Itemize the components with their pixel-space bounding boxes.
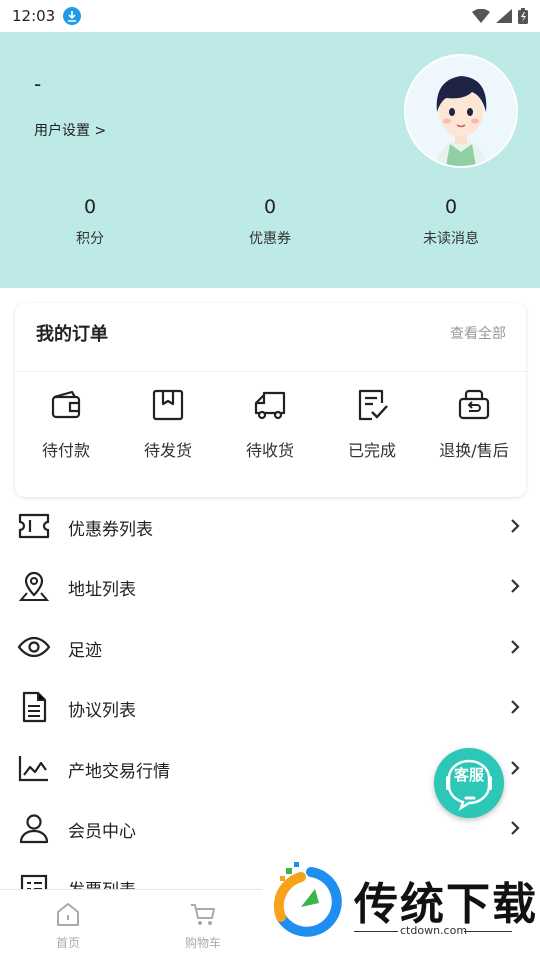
location-pin-icon [18,571,50,601]
stat-unread-messages[interactable]: 0 未读消息 [396,196,506,248]
orders-divider [15,371,526,372]
wifi-icon [472,9,490,23]
truck-icon [254,391,286,420]
menu-address-list-label: 地址列表 [68,580,136,600]
status-time: 12:03 [12,7,56,25]
order-returns-aftersale[interactable]: 退换/售后 [423,387,525,461]
menu-item-footprint[interactable]: 足迹 [0,618,540,678]
chevron-right-icon [511,700,520,714]
orders-view-all-link[interactable]: 查看全部 [450,323,506,343]
stat-points[interactable]: 0 积分 [35,196,145,248]
order-completed-label: 已完成 [347,441,396,460]
menu-item-address-list[interactable]: 地址列表 [0,557,540,617]
battery-icon [518,8,528,24]
order-pending-receipt[interactable]: 待收货 [219,387,321,461]
chevron-right-icon [511,640,520,654]
order-returns-label: 退换/售后 [439,441,509,460]
order-completed[interactable]: 已完成 [321,387,423,461]
stat-coupons[interactable]: 0 优惠券 [215,196,325,248]
customer-service-label: 客服 [453,766,484,784]
order-pending-payment-label: 待付款 [41,441,90,460]
menu-coupon-list-label: 优惠券列表 [68,520,153,540]
package-icon [152,389,184,421]
nav-tab-home[interactable]: 首页 [28,900,108,951]
wallet-icon [51,390,81,419]
home-icon [57,903,79,926]
eye-icon [17,636,51,658]
nav-home-label: 首页 [55,936,80,950]
stat-coupons-value: 0 [263,196,277,218]
watermark-line-right [464,931,512,932]
customer-service-button[interactable]: 客服 [434,748,504,818]
document-icon [22,691,47,723]
user-settings-link[interactable]: 用户设置 > [34,120,106,140]
menu-item-coupon-list[interactable]: 优惠券列表 [0,497,540,557]
chevron-right-icon [511,821,520,835]
stat-coupons-label: 优惠券 [249,231,291,247]
watermark-line-left [354,931,398,932]
download-icon [63,7,82,25]
nav-cart-label: 购物车 [184,936,221,950]
chevron-right-icon [511,579,520,593]
line-chart-icon [18,756,48,782]
stat-points-label: 积分 [76,231,104,247]
my-orders-card: 我的订单 查看全部 待付款 待发货 待收货 已完成 退换/售后 [15,303,526,497]
menu-item-agreement-list[interactable]: 协议列表 [0,678,540,738]
return-icon [458,389,490,420]
menu-member-center-label: 会员中心 [68,822,136,842]
menu-agreement-list-label: 协议列表 [68,701,136,721]
nav-tab-cart[interactable]: 购物车 [163,900,243,951]
chevron-right-icon [511,519,520,533]
avatar[interactable] [404,54,518,168]
cart-icon [191,904,215,925]
order-pending-payment[interactable]: 待付款 [15,387,117,461]
signal-icon [496,9,512,23]
menu-footprint-label: 足迹 [68,641,102,661]
orders-title: 我的订单 [36,324,108,345]
watermark-brand: 传统下载 [354,879,538,930]
user-nickname: - [34,72,42,96]
menu-market-quotes-label: 产地交易行情 [68,762,170,782]
order-pending-shipment[interactable]: 待发货 [117,387,219,461]
ticket-icon [18,513,50,539]
chevron-right-icon [511,761,520,775]
status-bar: 12:03 [0,0,540,32]
watermark-url: ctdown.com [400,924,468,937]
watermark-logo-icon [273,862,342,937]
stat-unread-value: 0 [444,196,458,218]
watermark-logo: 传统下载 ctdown.com [262,858,540,960]
order-pending-shipment-label: 待发货 [143,441,192,460]
user-icon [19,814,49,844]
checklist-icon [358,389,388,421]
stat-points-value: 0 [83,196,97,218]
order-pending-receipt-label: 待收货 [245,441,294,460]
stat-unread-label: 未读消息 [423,231,479,247]
